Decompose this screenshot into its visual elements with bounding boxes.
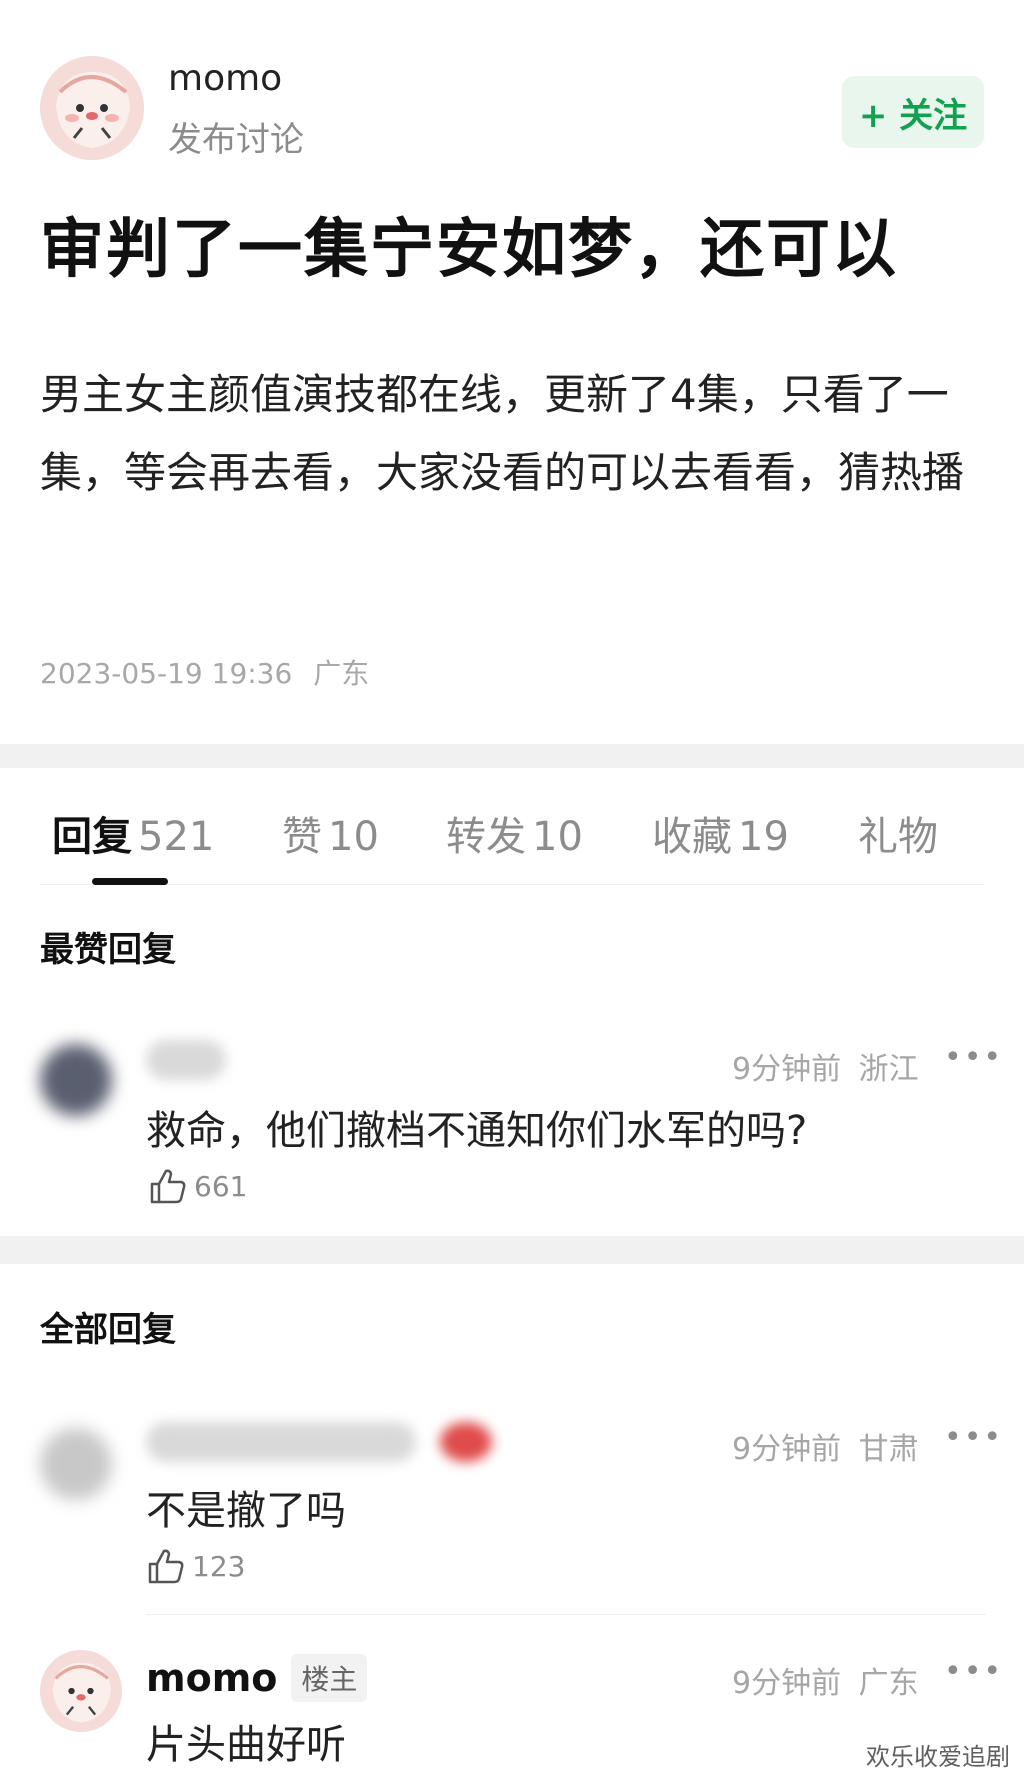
tabs-divider — [40, 884, 984, 885]
follow-button[interactable]: + 关注 — [842, 76, 984, 148]
comment-text: 片头曲好听 — [146, 1722, 346, 1768]
watermark: 欢乐收爱追剧 — [866, 1743, 1010, 1771]
more-options-icon[interactable]: ••• — [944, 1654, 1003, 1689]
tab-reposts-count: 10 — [532, 814, 583, 860]
more-options-icon[interactable]: ••• — [944, 1040, 1003, 1075]
comment-divider — [146, 1614, 986, 1615]
comment-time: 9分钟前 — [732, 1432, 842, 1467]
tab-gifts[interactable]: 礼物 — [858, 804, 938, 862]
post-location: 广东 — [313, 657, 370, 690]
section-gap — [0, 1236, 1024, 1264]
active-tab-indicator — [92, 878, 168, 885]
commenter-name[interactable] — [146, 1040, 226, 1080]
like-button[interactable]: 661 — [148, 1166, 247, 1206]
comment-text: 救命，他们撤档不通知你们水军的吗? — [146, 1108, 808, 1154]
tab-favorites-label: 收藏 — [652, 814, 732, 860]
commenter-name[interactable] — [146, 1422, 416, 1462]
comment-time: 9分钟前 — [732, 1666, 842, 1701]
tab-favorites[interactable]: 收藏 19 — [652, 804, 789, 862]
comment-meta: 9分钟前 浙江 — [732, 1044, 919, 1088]
section-gap — [0, 744, 1024, 768]
tab-gifts-label: 礼物 — [858, 814, 938, 860]
comment-meta: 9分钟前 广东 — [732, 1658, 919, 1702]
tab-replies-count: 521 — [138, 814, 215, 860]
tab-reposts[interactable]: 转发 10 — [446, 804, 583, 862]
commenter-name[interactable]: momo — [146, 1656, 277, 1700]
author-name[interactable]: momo — [168, 58, 282, 99]
post-body: 男主女主颜值演技都在线，更新了4集，只看了一集，等会再去看，大家没看的可以去看看… — [40, 370, 965, 497]
thumbs-up-icon — [148, 1549, 184, 1584]
comment-location: 甘肃 — [858, 1432, 919, 1467]
comment-text: 不是撤了吗 — [146, 1488, 346, 1534]
like-count: 123 — [192, 1549, 246, 1583]
like-button[interactable]: 123 — [146, 1546, 245, 1586]
post-type: 发布讨论 — [168, 120, 304, 160]
tab-replies[interactable]: 回复 521 — [52, 804, 214, 862]
tab-reposts-label: 转发 — [446, 814, 526, 860]
comment-time: 9分钟前 — [732, 1052, 842, 1087]
post-datetime: 2023-05-19 19:36 — [40, 657, 293, 690]
post-meta: 2023-05-19 19:36 广东 — [40, 652, 369, 692]
thumbs-up-icon — [150, 1169, 186, 1204]
author-avatar[interactable] — [40, 56, 144, 160]
commenter-header: momo 楼主 — [146, 1654, 368, 1702]
more-options-icon[interactable]: ••• — [944, 1420, 1003, 1455]
section-top-replies: 最赞回复 — [40, 930, 176, 970]
tab-likes-count: 10 — [328, 814, 379, 860]
tab-replies-label: 回复 — [52, 814, 132, 860]
comment-meta: 9分钟前 甘肃 — [732, 1424, 919, 1468]
comment-location: 广东 — [858, 1666, 919, 1701]
commenter-avatar[interactable] — [40, 1044, 112, 1116]
section-all-replies: 全部回复 — [40, 1310, 176, 1350]
user-badge-icon — [440, 1422, 492, 1462]
comment-location: 浙江 — [858, 1052, 919, 1087]
tab-likes-label: 赞 — [282, 814, 322, 860]
like-count: 661 — [194, 1169, 248, 1203]
commenter-avatar[interactable] — [40, 1650, 122, 1732]
op-badge: 楼主 — [291, 1654, 368, 1702]
post-title: 审判了一集宁安如梦，还可以 — [40, 213, 898, 287]
commenter-avatar[interactable] — [40, 1428, 112, 1500]
tab-favorites-count: 19 — [738, 814, 789, 860]
tab-likes[interactable]: 赞 10 — [282, 804, 379, 862]
